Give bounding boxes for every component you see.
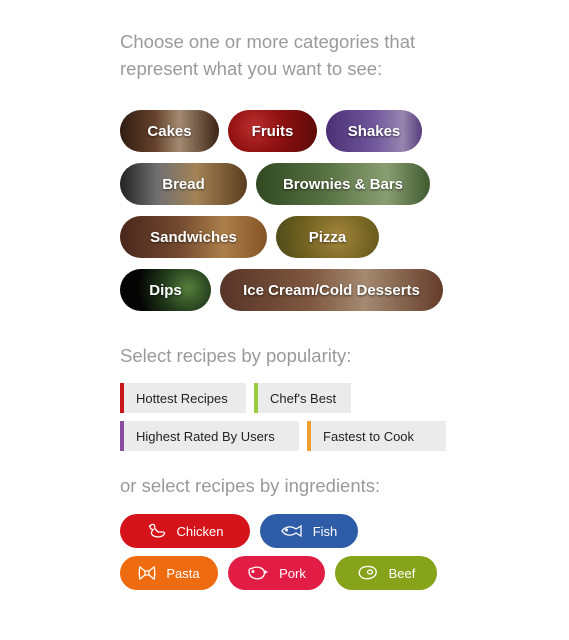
category-brownies-bars[interactable]: Brownies & Bars bbox=[256, 163, 430, 205]
category-label: Brownies & Bars bbox=[282, 175, 404, 193]
popularity-label: Chef's Best bbox=[270, 390, 337, 406]
category-cakes[interactable]: Cakes bbox=[120, 110, 219, 152]
ingredient-label: Fish bbox=[312, 523, 338, 539]
category-shakes[interactable]: Shakes bbox=[326, 110, 422, 152]
ingredient-options: Chicken Fish Pasta Pork Beef bbox=[120, 514, 460, 598]
ingredient-chicken[interactable]: Chicken bbox=[120, 514, 250, 548]
category-ice-cream[interactable]: Ice Cream/Cold Desserts bbox=[220, 269, 443, 311]
pork-icon bbox=[248, 566, 268, 580]
ingredient-pasta[interactable]: Pasta bbox=[120, 556, 218, 590]
popularity-label: Fastest to Cook bbox=[323, 428, 415, 444]
ingredient-beef[interactable]: Beef bbox=[335, 556, 437, 590]
category-dips[interactable]: Dips bbox=[120, 269, 211, 311]
popularity-label: Highest Rated By Users bbox=[136, 428, 275, 444]
ingredients-heading: or select recipes by ingredients: bbox=[120, 475, 381, 496]
category-sandwiches[interactable]: Sandwiches bbox=[120, 216, 267, 258]
category-label: Sandwiches bbox=[150, 228, 237, 246]
ingredient-fish[interactable]: Fish bbox=[260, 514, 358, 548]
category-label: Cakes bbox=[147, 122, 192, 140]
category-bread[interactable]: Bread bbox=[120, 163, 247, 205]
ingredient-label: Pork bbox=[279, 565, 306, 581]
pasta-icon bbox=[138, 565, 156, 581]
category-label: Bread bbox=[162, 175, 205, 193]
category-fruits[interactable]: Fruits bbox=[228, 110, 317, 152]
popularity-label: Hottest Recipes bbox=[136, 390, 228, 406]
intro-text: Choose one or more categories that repre… bbox=[120, 31, 416, 79]
ingredient-label: Chicken bbox=[176, 523, 224, 539]
popularity-fastest-to-cook[interactable]: Fastest to Cook bbox=[307, 421, 446, 451]
fish-icon bbox=[280, 524, 302, 538]
ingredient-label: Pasta bbox=[166, 565, 200, 581]
popularity-chefs-best[interactable]: Chef's Best bbox=[254, 383, 351, 413]
category-label: Fruits bbox=[251, 122, 294, 140]
category-chips: Cakes Fruits Shakes Bread Brownies & Bar… bbox=[120, 110, 460, 322]
chicken-icon bbox=[148, 523, 165, 538]
category-pizza[interactable]: Pizza bbox=[276, 216, 379, 258]
category-label: Pizza bbox=[308, 228, 347, 246]
category-label: Dips bbox=[149, 281, 182, 299]
beef-icon bbox=[358, 565, 377, 580]
category-label: Ice Cream/Cold Desserts bbox=[243, 281, 420, 299]
popularity-heading: Select recipes by popularity: bbox=[120, 345, 352, 366]
popularity-options: Hottest Recipes Chef's Best Highest Rate… bbox=[120, 383, 460, 459]
popularity-highest-rated[interactable]: Highest Rated By Users bbox=[120, 421, 299, 451]
ingredient-label: Beef bbox=[388, 565, 416, 581]
popularity-hottest-recipes[interactable]: Hottest Recipes bbox=[120, 383, 246, 413]
category-label: Shakes bbox=[347, 122, 401, 140]
ingredient-pork[interactable]: Pork bbox=[228, 556, 325, 590]
